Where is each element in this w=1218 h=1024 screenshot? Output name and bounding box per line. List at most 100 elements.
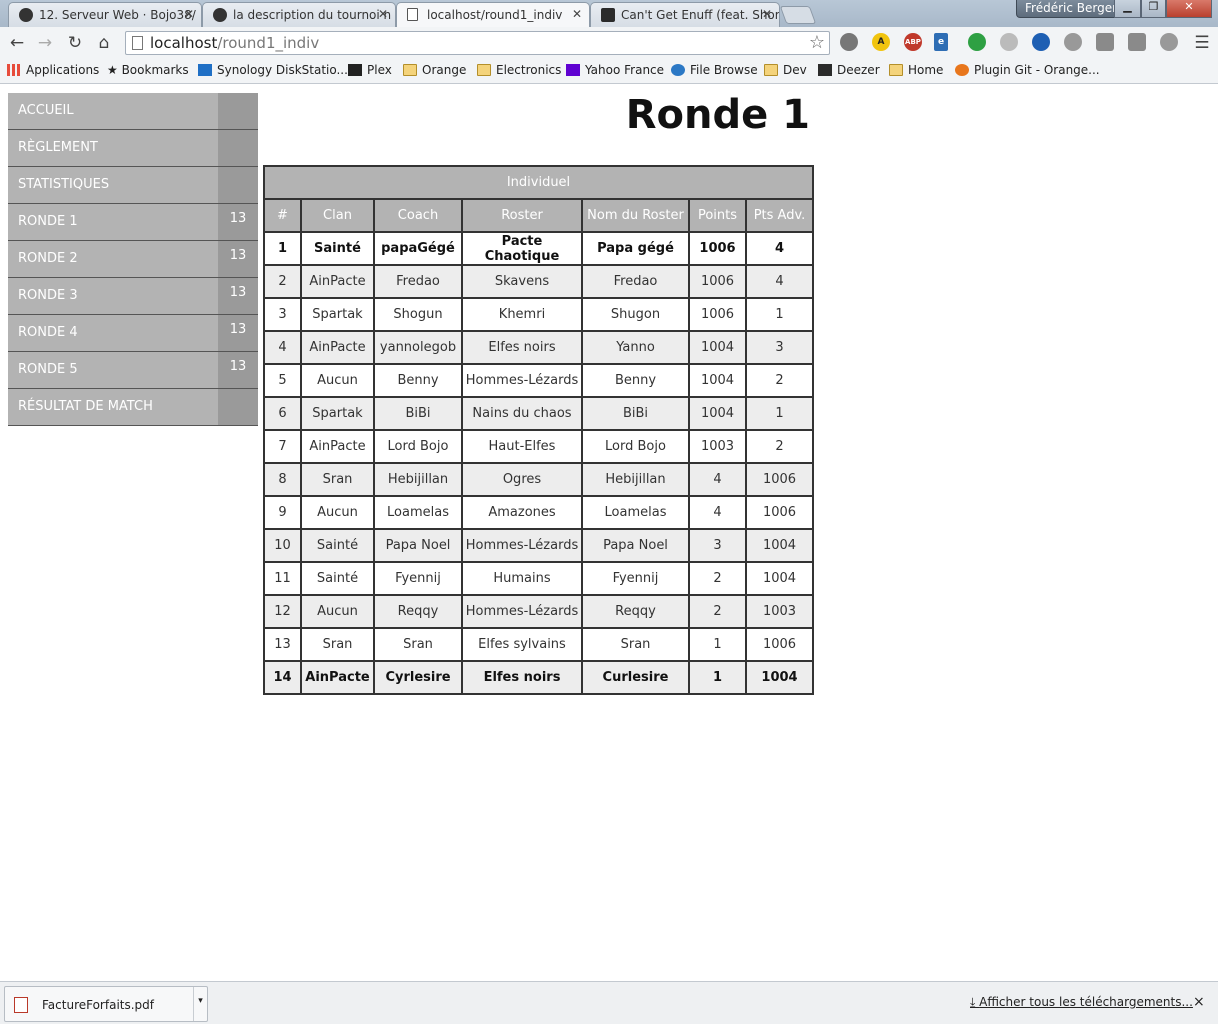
table-cell: 1004 <box>688 396 747 431</box>
sidebar-item-statistiques[interactable]: STATISTIQUES <box>8 167 258 204</box>
bookmark-bookmarks[interactable]: ★ Bookmarks <box>107 63 189 77</box>
sidebar-item-accueil[interactable]: ACCUEIL <box>8 93 258 130</box>
profile-button[interactable]: Frédéric Berger <box>1016 0 1127 18</box>
adblock-icon[interactable]: ABP <box>904 33 922 51</box>
sidebar-item-label: RONDE 1 <box>18 214 78 229</box>
sidebar-item-reglement[interactable]: RÈGLEMENT <box>8 130 258 167</box>
extension-icon[interactable] <box>1096 33 1114 51</box>
table-cell: Haut-Elfes <box>461 429 583 464</box>
table-row: 5 Aucun Benny Hommes-Lézards Benny 1004 2 <box>263 363 814 398</box>
table-cell: BiBi <box>373 396 463 431</box>
bookmark-file-browse[interactable]: File Browse <box>671 63 758 77</box>
restore-button[interactable]: ❐ <box>1141 0 1166 18</box>
extension-icon[interactable]: A <box>872 33 890 51</box>
extension-icon[interactable] <box>1032 33 1050 51</box>
bookmark-dev[interactable]: Dev <box>764 63 807 77</box>
bookmark-plex[interactable]: Plex <box>348 63 392 77</box>
github-icon <box>213 8 227 22</box>
bookmark-electronics[interactable]: Electronics <box>477 63 561 77</box>
home-icon[interactable]: ⌂ <box>93 32 115 54</box>
extension-icon[interactable] <box>840 33 858 51</box>
close-tab-icon[interactable]: ✕ <box>572 7 582 21</box>
table-cell: Sainté <box>300 528 375 563</box>
table-row: 2 AinPacte Fredao Skavens Fredao 1006 4 <box>263 264 814 299</box>
table-cell: Benny <box>581 363 690 398</box>
table-cell: Ogres <box>461 462 583 497</box>
close-tab-icon[interactable]: ✕ <box>762 7 772 21</box>
close-tab-icon[interactable]: ✕ <box>378 7 388 21</box>
table-cell: 5 <box>263 363 302 398</box>
table-row: 4 AinPacte yannolegob Elfes noirs Yanno 1004 3 <box>263 330 814 365</box>
chevron-down-icon[interactable]: ▾ <box>193 987 207 1021</box>
apps-grid-icon <box>7 64 21 76</box>
bookmark-plugin-git[interactable]: Plugin Git - Orange... <box>955 63 1100 77</box>
table-row: 14 AinPacte Cyrlesire Elfes noirs Curlesire 1… <box>263 660 814 695</box>
sidebar-item-ronde-4[interactable]: RONDE 4 13 <box>8 315 258 352</box>
column-header: # <box>263 198 302 233</box>
new-tab-button[interactable] <box>779 6 817 24</box>
extension-icon[interactable] <box>968 33 986 51</box>
table-cell: Yanno <box>581 330 690 365</box>
table-cell: AinPacte <box>300 264 375 299</box>
download-icon: ⤓ <box>970 995 980 1009</box>
close-tab-icon[interactable]: ✕ <box>184 7 194 21</box>
tab-github-description[interactable]: la description du tournoi n ✕ <box>202 2 396 27</box>
chat-icon[interactable] <box>1064 33 1082 51</box>
bookmark-synology[interactable]: Synology DiskStatio... <box>198 63 348 77</box>
reload-icon[interactable]: ↻ <box>64 32 86 54</box>
bookmark-home[interactable]: Home <box>889 63 943 77</box>
tab-deezer[interactable]: Can't Get Enuff (feat. Shor ✕ <box>590 2 780 27</box>
bookmark-deezer[interactable]: Deezer <box>818 63 880 77</box>
extension-icon[interactable] <box>1128 33 1146 51</box>
table-row: 10 Sainté Papa Noel Hommes-Lézards Papa Noel… <box>263 528 814 563</box>
table-row: 6 Spartak BiBi Nains du chaos BiBi 1004 1 <box>263 396 814 431</box>
bell-icon[interactable] <box>1000 33 1018 51</box>
table-cell: 2 <box>263 264 302 299</box>
folder-icon <box>889 64 903 76</box>
bookmark-label: Dev <box>783 63 807 77</box>
download-item[interactable]: FactureForfaits.pdf ▾ <box>4 986 208 1022</box>
bookmark-yahoo[interactable]: Yahoo France <box>566 63 664 77</box>
minimize-button[interactable]: ▁ <box>1114 0 1141 18</box>
table-cell: Khemri <box>461 297 583 332</box>
table-cell: Spartak <box>300 396 375 431</box>
close-icon[interactable]: × <box>1193 994 1205 1010</box>
url-text[interactable]: localhost/round1_indiv <box>150 34 319 52</box>
sidebar-nav: ACCUEIL RÈGLEMENT STATISTIQUES RONDE 1 13… <box>8 93 258 426</box>
extension-icon[interactable] <box>1160 33 1178 51</box>
table-cell: Sran <box>581 627 690 662</box>
deezer-icon <box>818 64 832 76</box>
bookmark-orange[interactable]: Orange <box>403 63 466 77</box>
sidebar-item-ronde-3[interactable]: RONDE 3 13 <box>8 278 258 315</box>
tab-title: Can't Get Enuff (feat. Shor <box>621 8 780 22</box>
sidebar-item-ronde-5[interactable]: RONDE 5 13 <box>8 352 258 389</box>
tab-localhost-round1[interactable]: localhost/round1_indiv ✕ <box>396 2 590 27</box>
table-cell: 1003 <box>688 429 747 464</box>
forward-icon[interactable]: → <box>34 32 56 54</box>
tab-title: 12. Serveur Web · Bojo38/ <box>39 8 196 22</box>
downloads-bar: FactureForfaits.pdf ▾ ⤓ Afficher tous le… <box>0 981 1218 1024</box>
table-cell: Aucun <box>300 594 375 629</box>
sidebar-item-resultat-de-match[interactable]: RÉSULTAT DE MATCH <box>8 389 258 426</box>
table-cell: Fredao <box>373 264 463 299</box>
firefox-icon <box>955 64 969 76</box>
address-bar[interactable]: localhost/round1_indiv ☆ <box>125 31 830 55</box>
table-cell: Fyennij <box>373 561 463 596</box>
table-cell: BiBi <box>581 396 690 431</box>
table-row: 11 Sainté Fyennij Humains Fyennij 2 1004 <box>263 561 814 596</box>
extension-icon[interactable]: e <box>934 33 948 51</box>
bookmark-star-icon[interactable]: ☆ <box>809 32 825 53</box>
sidebar-item-count: 13 <box>218 204 258 240</box>
table-cell: Elfes noirs <box>461 330 583 365</box>
sidebar-item-label: RONDE 4 <box>18 325 78 340</box>
close-window-button[interactable]: ✕ <box>1166 0 1212 18</box>
show-all-downloads-link[interactable]: ⤓ Afficher tous les téléchargements... <box>970 995 1193 1010</box>
tab-github-serveur-web[interactable]: 12. Serveur Web · Bojo38/ ✕ <box>8 2 202 27</box>
bookmark-applications[interactable]: Applications <box>7 63 99 77</box>
menu-icon[interactable]: ☰ <box>1191 32 1213 54</box>
back-icon[interactable]: ← <box>6 32 28 54</box>
table-cell: 3 <box>688 528 747 563</box>
sidebar-item-ronde-1[interactable]: RONDE 1 13 <box>8 204 258 241</box>
sidebar-item-ronde-2[interactable]: RONDE 2 13 <box>8 241 258 278</box>
table-cell: 13 <box>263 627 302 662</box>
